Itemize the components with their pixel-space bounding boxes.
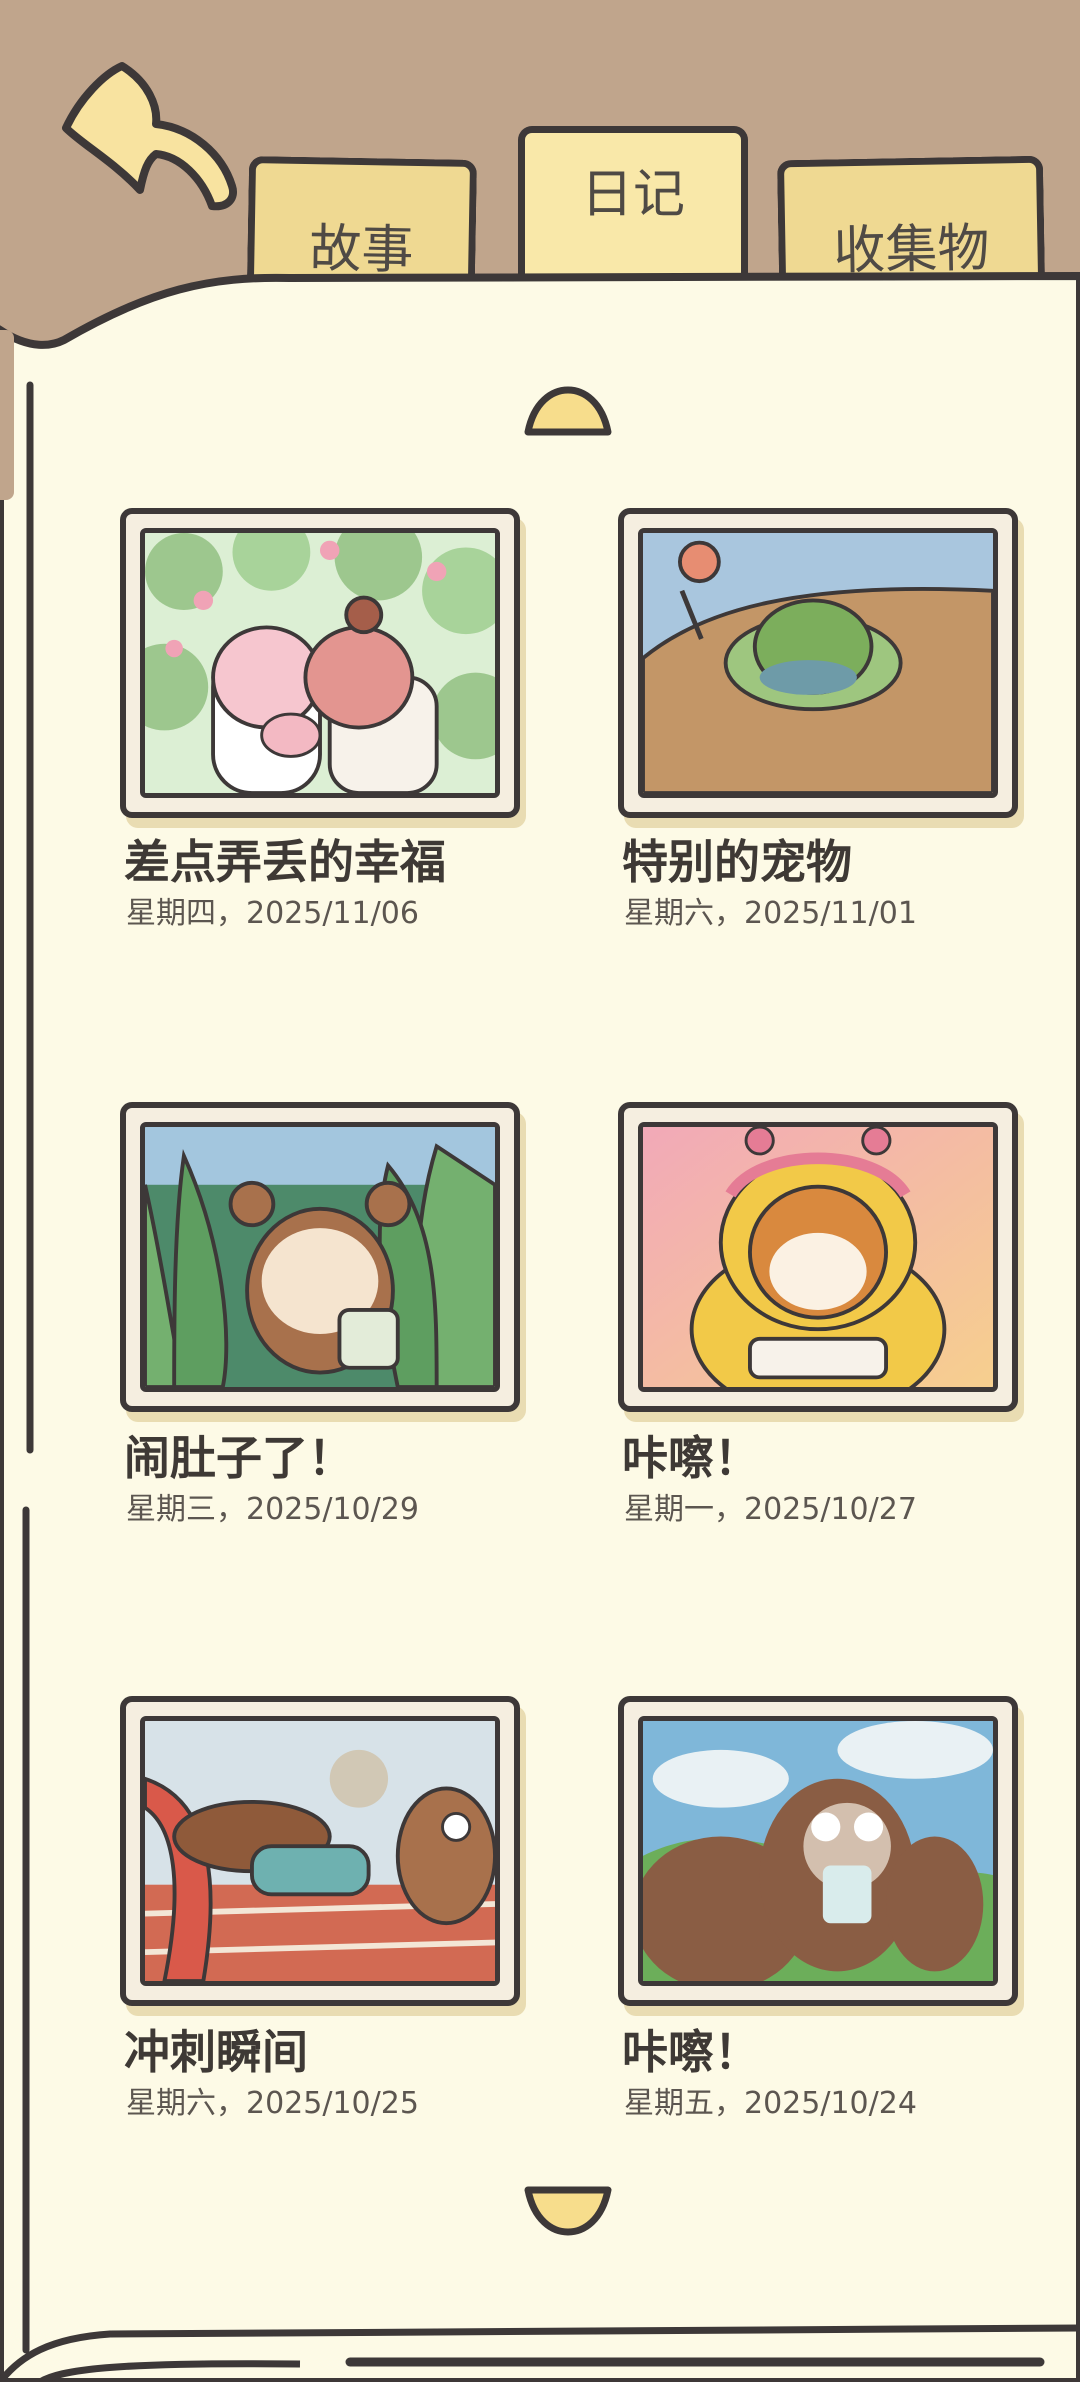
entry-date: 星期五，2025/10/24 [624,2086,917,2121]
squirrel-photo [643,1721,993,1981]
entry-title: 咔嚓！ [622,1431,760,1485]
diary-photo-shiba[interactable] [618,1102,1018,1412]
diary-photo-race[interactable] [120,1696,520,2006]
entry-date: 星期三，2025/10/29 [126,1492,419,1527]
diary-photo-wedding[interactable] [120,508,520,818]
pet-photo [643,533,993,793]
entry-date: 星期一，2025/10/27 [624,1492,917,1527]
entry-title: 咔嚓！ [622,2025,760,2079]
entry-title: 差点弄丢的幸福 [124,835,446,889]
wedding-photo [145,533,495,793]
scroll-up-icon[interactable] [522,384,614,440]
entry-title: 冲刺瞬间 [124,2025,308,2079]
entry-title: 闹肚子了！ [124,1431,354,1485]
diary-photo-forest[interactable] [120,1102,520,1412]
entry-date: 星期六，2025/10/25 [126,2086,419,2121]
shiba-photo [643,1127,993,1387]
diary-photo-squirrel[interactable] [618,1696,1018,2006]
forest-photo [145,1127,495,1387]
entry-title: 特别的宠物 [622,835,852,889]
race-photo [145,1721,495,1981]
entry-date: 星期六，2025/11/01 [624,896,917,931]
entry-date: 星期四，2025/11/06 [126,896,419,931]
diary-photo-pet[interactable] [618,508,1018,818]
scroll-down-icon[interactable] [522,2182,614,2238]
